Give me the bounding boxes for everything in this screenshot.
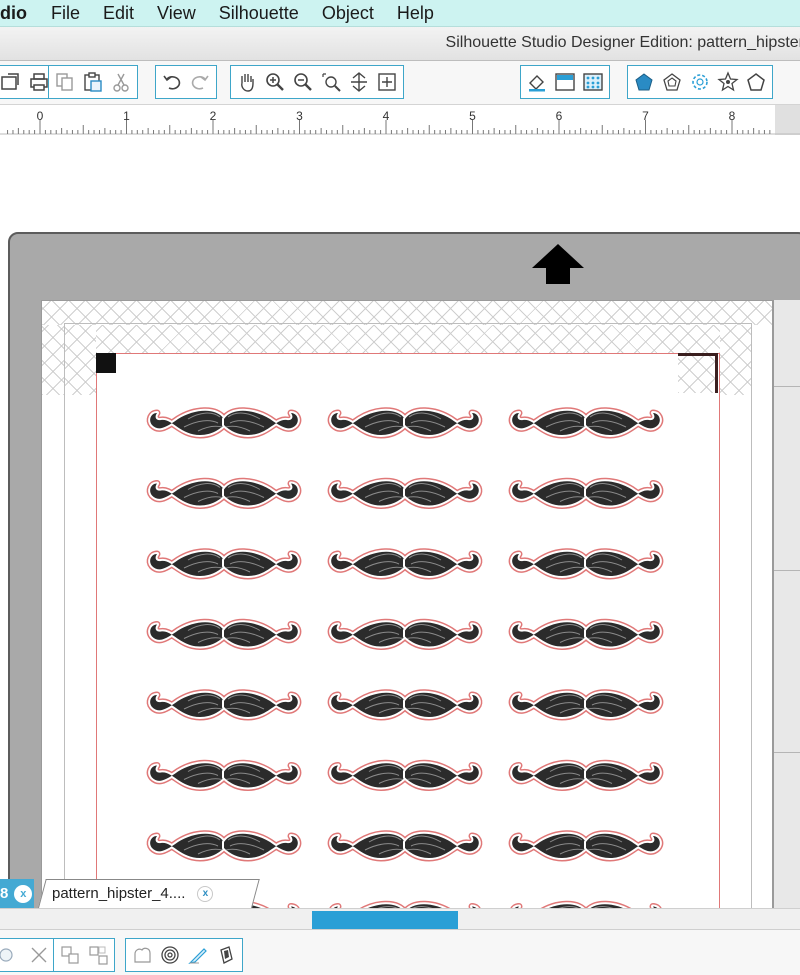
mustache-shape[interactable] <box>508 759 664 791</box>
bottom-modify-group <box>125 938 243 972</box>
fit-to-window-icon[interactable] <box>345 68 373 96</box>
offset-icon[interactable] <box>156 941 184 969</box>
ruler-label-1: 1 <box>123 109 130 123</box>
mustache-shape[interactable] <box>327 548 483 580</box>
ruler-label-8: 8 <box>729 109 736 123</box>
panel-tool-group-2 <box>627 65 773 99</box>
mustache-shape[interactable] <box>146 759 302 791</box>
pan-hand-icon[interactable] <box>233 68 261 96</box>
mustache-shape[interactable] <box>146 548 302 580</box>
mustache-shape[interactable] <box>508 689 664 721</box>
delete-icon[interactable] <box>25 941 53 969</box>
ruler-ticks: 0 1 2 3 4 5 6 7 8 <box>0 105 800 135</box>
window-title: Silhouette Studio Designer Edition: patt… <box>445 34 800 51</box>
mustache-shape[interactable] <box>508 548 664 580</box>
mustache-shape[interactable] <box>146 830 302 862</box>
mustache-shape[interactable] <box>508 477 664 509</box>
mustache-shape[interactable] <box>146 477 302 509</box>
fill-icon[interactable] <box>523 68 551 96</box>
line-color-icon[interactable] <box>551 68 579 96</box>
knife-icon[interactable] <box>184 941 212 969</box>
release-icon[interactable] <box>84 941 112 969</box>
mustache-shape[interactable] <box>327 759 483 791</box>
undo-icon[interactable] <box>158 68 186 96</box>
window-title-bar: Silhouette Studio Designer Edition: patt… <box>0 27 800 61</box>
shape-flower-icon[interactable] <box>686 68 714 96</box>
scrollbar-thumb[interactable] <box>312 911 458 929</box>
shape-rounded-icon[interactable] <box>658 68 686 96</box>
shape-pentagon-icon[interactable] <box>630 68 658 96</box>
design-page[interactable] <box>41 300 773 920</box>
zoom-select-icon[interactable] <box>317 68 345 96</box>
tab-active-close-icon[interactable]: x <box>197 885 214 902</box>
mustache-shape[interactable] <box>508 407 664 439</box>
copy-icon[interactable] <box>51 68 79 96</box>
ungroup-icon[interactable] <box>0 941 25 969</box>
zoom-out-icon[interactable] <box>289 68 317 96</box>
bottom-group-group <box>53 938 115 972</box>
fill-pattern-icon[interactable] <box>579 68 607 96</box>
menu-silhouette[interactable]: Silhouette <box>219 3 299 24</box>
shape-star-icon[interactable] <box>714 68 742 96</box>
edit-tool-group <box>48 65 138 99</box>
bottom-edit-group <box>0 938 56 972</box>
horizontal-scrollbar[interactable] <box>0 908 800 930</box>
redo-icon[interactable] <box>186 68 214 96</box>
tab-active-label: pattern_hipster_4.... <box>52 885 186 902</box>
menu-bar: dio File Edit View Silhouette Object Hel… <box>0 0 800 27</box>
bottom-toolbar <box>0 930 800 975</box>
mustache-pattern-grid <box>146 407 664 919</box>
menu-file[interactable]: File <box>51 3 80 24</box>
main-toolbar <box>0 61 800 105</box>
tab-previous-label: 8 <box>0 885 9 902</box>
vertical-ruler-strip <box>773 300 800 920</box>
app-menu[interactable]: dio <box>0 3 27 24</box>
mustache-shape[interactable] <box>146 618 302 650</box>
ruler-label-7: 7 <box>642 109 649 123</box>
ruler-label-3: 3 <box>296 109 303 123</box>
cut-icon[interactable] <box>107 68 135 96</box>
history-tool-group <box>155 65 217 99</box>
shape-outline-icon[interactable] <box>742 68 770 96</box>
mustache-shape[interactable] <box>508 618 664 650</box>
mustache-shape[interactable] <box>327 407 483 439</box>
zoom-in-icon[interactable] <box>261 68 289 96</box>
mustache-shape[interactable] <box>327 689 483 721</box>
mustache-shape[interactable] <box>508 830 664 862</box>
paste-icon[interactable] <box>79 68 107 96</box>
ruler-label-4: 4 <box>383 109 390 123</box>
eraser-icon[interactable] <box>212 941 240 969</box>
menu-help[interactable]: Help <box>397 3 434 24</box>
view-tool-group <box>230 65 404 99</box>
menu-view[interactable]: View <box>157 3 196 24</box>
menu-edit[interactable]: Edit <box>103 3 134 24</box>
ruler-label-6: 6 <box>556 109 563 123</box>
group-icon[interactable] <box>56 941 84 969</box>
ruler-label-2: 2 <box>210 109 217 123</box>
mustache-shape[interactable] <box>327 618 483 650</box>
document-tabs: 8 x pattern_hipster_4.... x <box>0 875 800 908</box>
weld-icon[interactable] <box>128 941 156 969</box>
horizontal-ruler: 0 1 2 3 4 5 6 7 8 <box>0 105 800 135</box>
tab-active-document[interactable]: pattern_hipster_4.... x <box>52 885 214 902</box>
ruler-label-5: 5 <box>469 109 476 123</box>
mustache-shape[interactable] <box>327 477 483 509</box>
menu-object[interactable]: Object <box>322 3 374 24</box>
zoom-to-page-icon[interactable] <box>373 68 401 96</box>
mustache-shape[interactable] <box>327 830 483 862</box>
ruler-label-0: 0 <box>37 109 44 123</box>
feed-direction-arrow-icon <box>530 244 586 291</box>
mustache-shape[interactable] <box>146 407 302 439</box>
tab-previous-document[interactable]: 8 x <box>0 879 34 908</box>
panel-tool-group-1 <box>520 65 610 99</box>
tab-previous-close-icon[interactable]: x <box>14 884 33 903</box>
mustache-shape[interactable] <box>146 689 302 721</box>
send-icon[interactable] <box>0 68 25 96</box>
